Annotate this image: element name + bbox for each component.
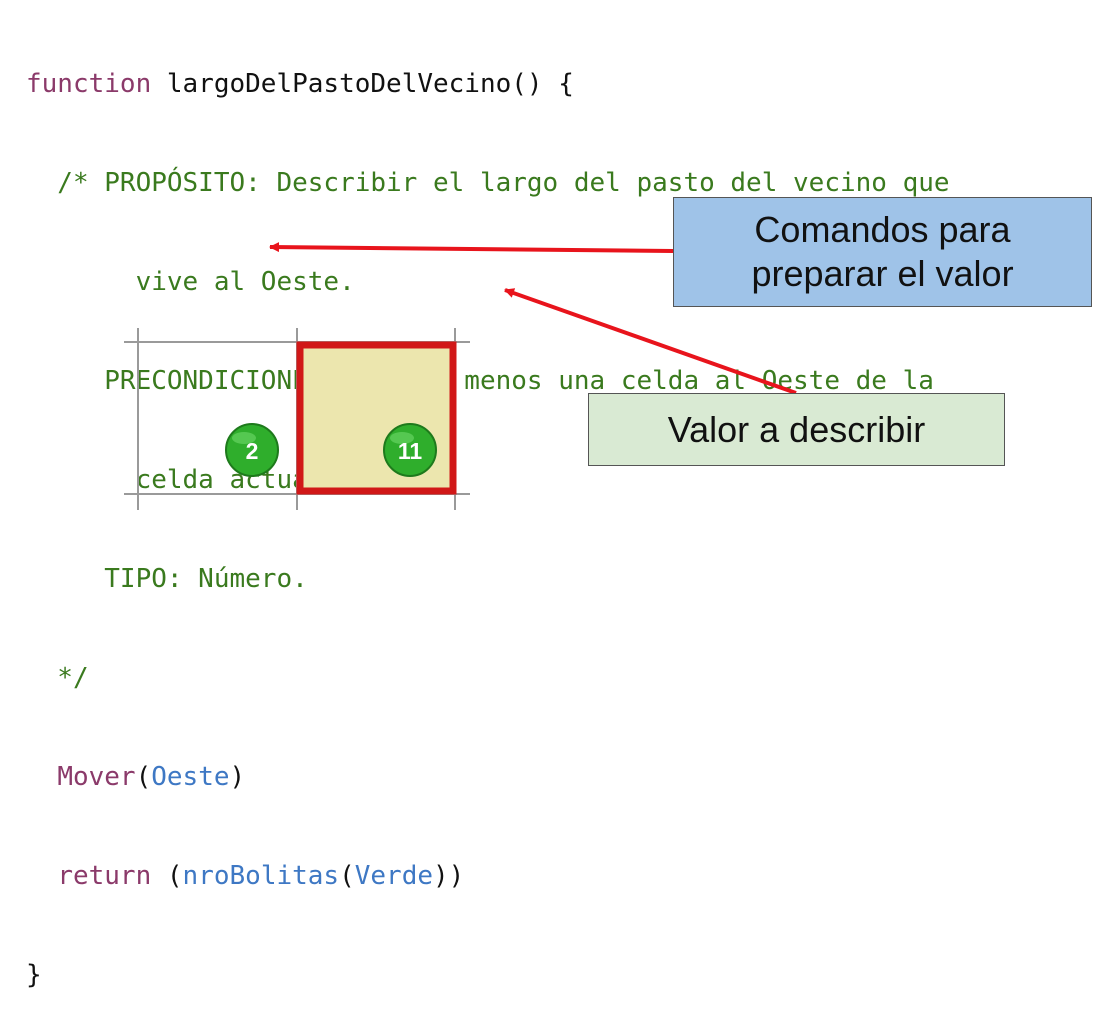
code-comment-end: */ [26, 663, 89, 693]
function-nrobolitas: nroBolitas [182, 861, 340, 891]
callout-commands-line2: preparar el valor [751, 253, 1014, 294]
bolita-green-icon: 11 [383, 423, 437, 477]
code-comment-tipo: TIPO: Número. [26, 564, 308, 594]
bolita-count-west: 2 [246, 438, 259, 464]
gobstones-board: 2 11 [124, 328, 470, 510]
color-verde: Verde [354, 861, 434, 891]
callout-commands-line1: Comandos para [754, 209, 1011, 250]
code-line-return: return (nroBolitas(Verde)) [26, 860, 950, 893]
bolita-green-icon: 2 [225, 423, 279, 477]
code-line-mover: Mover(Oeste) [26, 761, 950, 794]
callout-value: Valor a describir [588, 393, 1005, 466]
arrow-to-mover [269, 242, 674, 253]
code-line-close-brace: } [26, 960, 42, 990]
paren-open: ( [339, 861, 355, 891]
paren-open: ( [151, 861, 183, 891]
command-mover: Mover [57, 762, 136, 792]
callout-value-label: Valor a describir [667, 408, 926, 450]
keyword-return: return [57, 861, 152, 891]
bolita-count-current: 11 [398, 438, 423, 464]
selected-cell-head [296, 341, 457, 495]
callout-commands: Comandos para preparar el valor [673, 197, 1092, 307]
paren-open: ( [135, 762, 152, 792]
paren-close: )) [433, 861, 465, 891]
paren-close: ) [229, 762, 246, 792]
direction-oeste: Oeste [151, 762, 230, 792]
